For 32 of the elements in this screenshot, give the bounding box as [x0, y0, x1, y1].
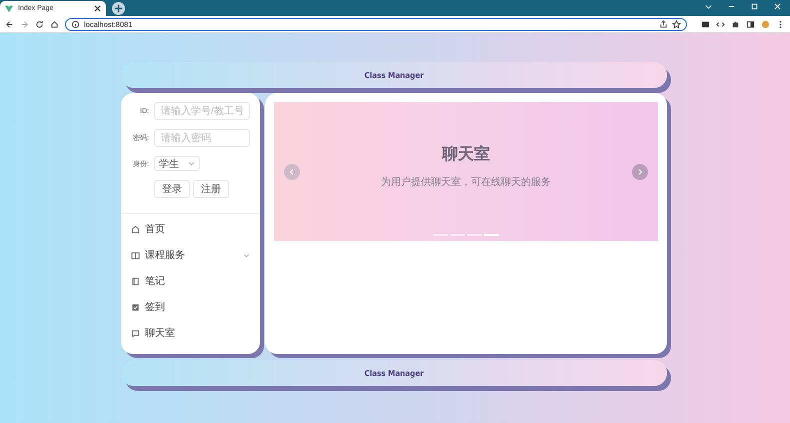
menu-item[interactable]: 首页 [121, 216, 260, 242]
slide-title: 聊天室 [442, 144, 490, 165]
input-field[interactable]: 请输入密码 [154, 129, 250, 147]
star-icon[interactable] [672, 20, 681, 28]
caret-icon [188, 160, 195, 167]
share-icon[interactable] [659, 20, 668, 28]
input-field[interactable]: 请输入学号/教工号 [154, 102, 250, 120]
restore-icon[interactable] [750, 2, 759, 11]
book-icon [131, 250, 140, 260]
menu-item[interactable]: 聊天室 [121, 320, 260, 346]
side-panel-icon[interactable] [746, 20, 755, 28]
chat-bubble-icon [131, 328, 140, 338]
menu-item[interactable]: 笔记 [121, 268, 260, 294]
new-tab-icon[interactable] [112, 2, 125, 15]
info-icon [71, 20, 80, 28]
slide-subtitle: 为用户提供聊天室，可在线聊天的服务 [381, 176, 551, 189]
close-icon[interactable] [773, 2, 782, 11]
notebook-icon [131, 276, 140, 286]
footer-title: Class Manager [364, 368, 424, 378]
checkbox-icon [131, 302, 140, 312]
back-icon[interactable] [5, 20, 14, 28]
home-icon[interactable] [50, 20, 59, 28]
menu-item[interactable]: 签到 [121, 294, 260, 320]
menu-item[interactable]: 课程服务 [121, 242, 260, 268]
v-logo-icon [5, 4, 13, 12]
home-icon [131, 224, 140, 234]
header-title: Class Manager [364, 70, 424, 80]
reload-icon[interactable] [35, 20, 44, 28]
role-select[interactable]: 学生 [154, 156, 200, 171]
close-tab-icon[interactable] [94, 5, 101, 12]
form-button[interactable]: 登录 [154, 180, 190, 198]
form-button[interactable]: 注册 [193, 180, 229, 198]
